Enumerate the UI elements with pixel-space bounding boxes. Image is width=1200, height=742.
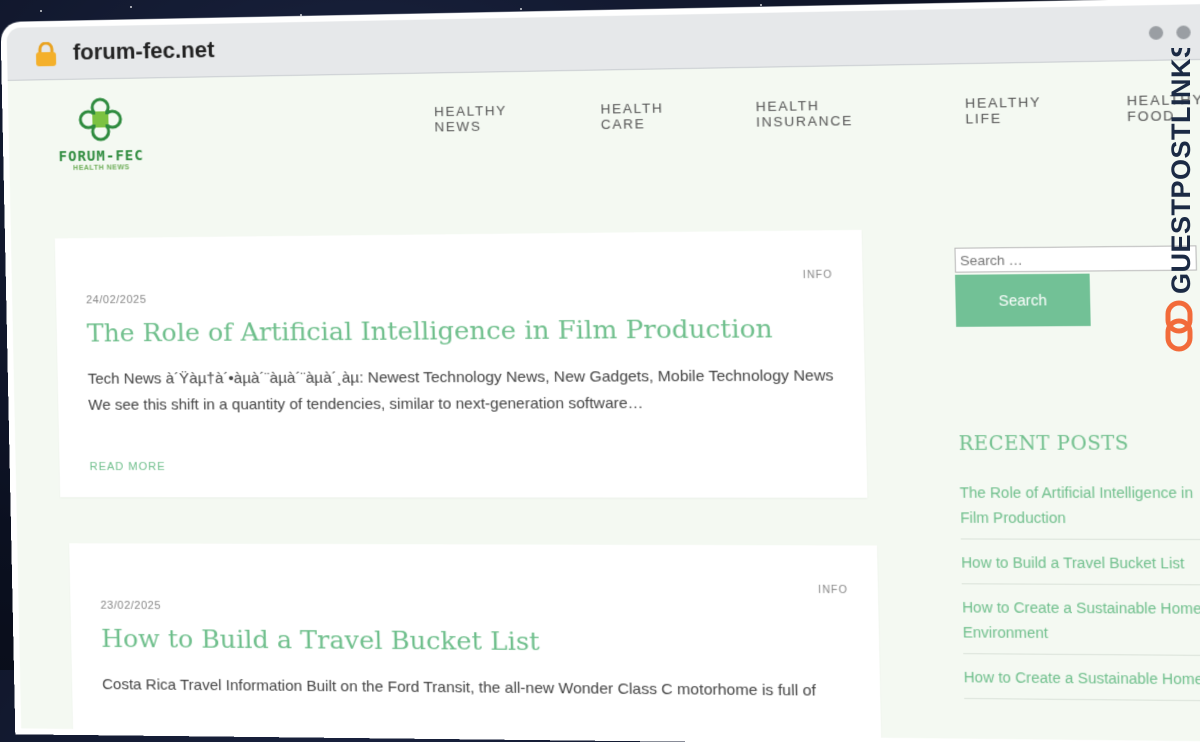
- post-excerpt: Tech News à´Ÿàµ†à´•àµà´¨àµà´¨àµà´¸àµ: Ne…: [87, 367, 834, 414]
- web-page: FORUM-FEC HEALTH NEWS HEALTHY NEWS HEALT…: [8, 59, 1200, 742]
- search-button[interactable]: Search: [955, 273, 1091, 327]
- guestpostlinks-watermark: GUESTPOSTLINKS: [1165, 48, 1196, 352]
- recent-posts-heading: RECENT POSTS: [958, 432, 1130, 456]
- post-card: INFO 23/02/2025 How to Build a Travel Bu…: [69, 543, 882, 742]
- post-title[interactable]: How to Build a Travel Bucket List: [101, 624, 847, 659]
- logo-name: FORUM-FEC: [58, 147, 144, 166]
- lock-icon: [35, 41, 57, 67]
- recent-post-link[interactable]: The Role of Artificial Intelligence in F…: [959, 477, 1200, 541]
- window-dot-2[interactable]: [1176, 25, 1191, 40]
- post-category[interactable]: INFO: [803, 270, 833, 282]
- post-card: INFO 24/02/2025 The Role of Artificial I…: [54, 229, 868, 498]
- recent-post-link[interactable]: How to Build a Travel Bucket List: [960, 547, 1200, 586]
- window-dot-1[interactable]: [1148, 25, 1164, 40]
- read-more-link[interactable]: READ MORE: [89, 461, 165, 473]
- nav-health-care[interactable]: HEALTH CARE: [600, 99, 713, 132]
- post-category[interactable]: INFO: [818, 585, 848, 597]
- watermark-text: GUESTPOSTLINKS: [1166, 48, 1196, 294]
- recent-post-link[interactable]: How to Create a Sustainable Home: [963, 662, 1200, 702]
- post-date: 24/02/2025: [86, 293, 147, 307]
- browser-frame: forum-fec.net FORUM-FEC HEALTH NEWS HEAL…: [6, 3, 1200, 742]
- nav-healthy-news[interactable]: HEALTHY NEWS: [434, 102, 559, 135]
- site-logo[interactable]: FORUM-FEC HEALTH NEWS: [50, 97, 152, 173]
- logo-tagline: HEALTH NEWS: [73, 164, 130, 173]
- recent-post-link[interactable]: How to Create a Sustainable Home Environ…: [961, 592, 1200, 656]
- browser-window: forum-fec.net FORUM-FEC HEALTH NEWS HEAL…: [0, 0, 1200, 742]
- nav-healthy-life[interactable]: HEALTHY LIFE: [965, 93, 1084, 126]
- post-date: 23/02/2025: [100, 599, 162, 613]
- nav-health-insurance[interactable]: HEALTH INSURANCE: [756, 96, 923, 130]
- post-excerpt: Costa Rica Travel Information Built on t…: [102, 676, 817, 700]
- url-text[interactable]: forum-fec.net: [73, 37, 215, 66]
- main-nav: HEALTHY NEWS HEALTH CARE HEALTH INSURANC…: [434, 91, 1200, 135]
- medical-cross-logo-icon: [78, 97, 122, 141]
- recent-posts-list: The Role of Artificial Intelligence in F…: [959, 477, 1200, 702]
- window-controls: [1148, 25, 1200, 40]
- chain-link-icon: [1165, 300, 1193, 352]
- post-title[interactable]: The Role of Artificial Intelligence in F…: [87, 313, 832, 348]
